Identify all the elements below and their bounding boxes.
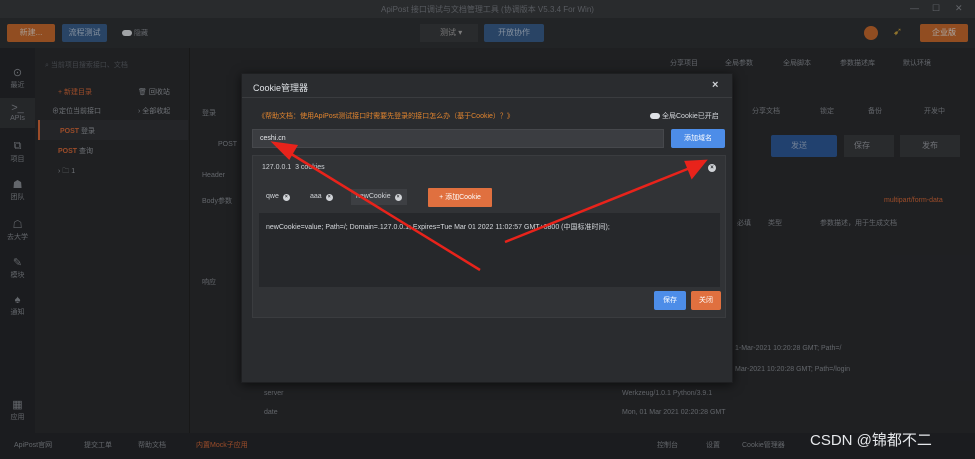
watermark: CSDN @锦都不二 — [810, 432, 932, 449]
arrow-to-add-domain — [504, 166, 691, 244]
arrowhead-right — [684, 159, 708, 180]
annotation-arrows — [270, 141, 708, 272]
arrow-to-domain-input — [287, 150, 481, 272]
